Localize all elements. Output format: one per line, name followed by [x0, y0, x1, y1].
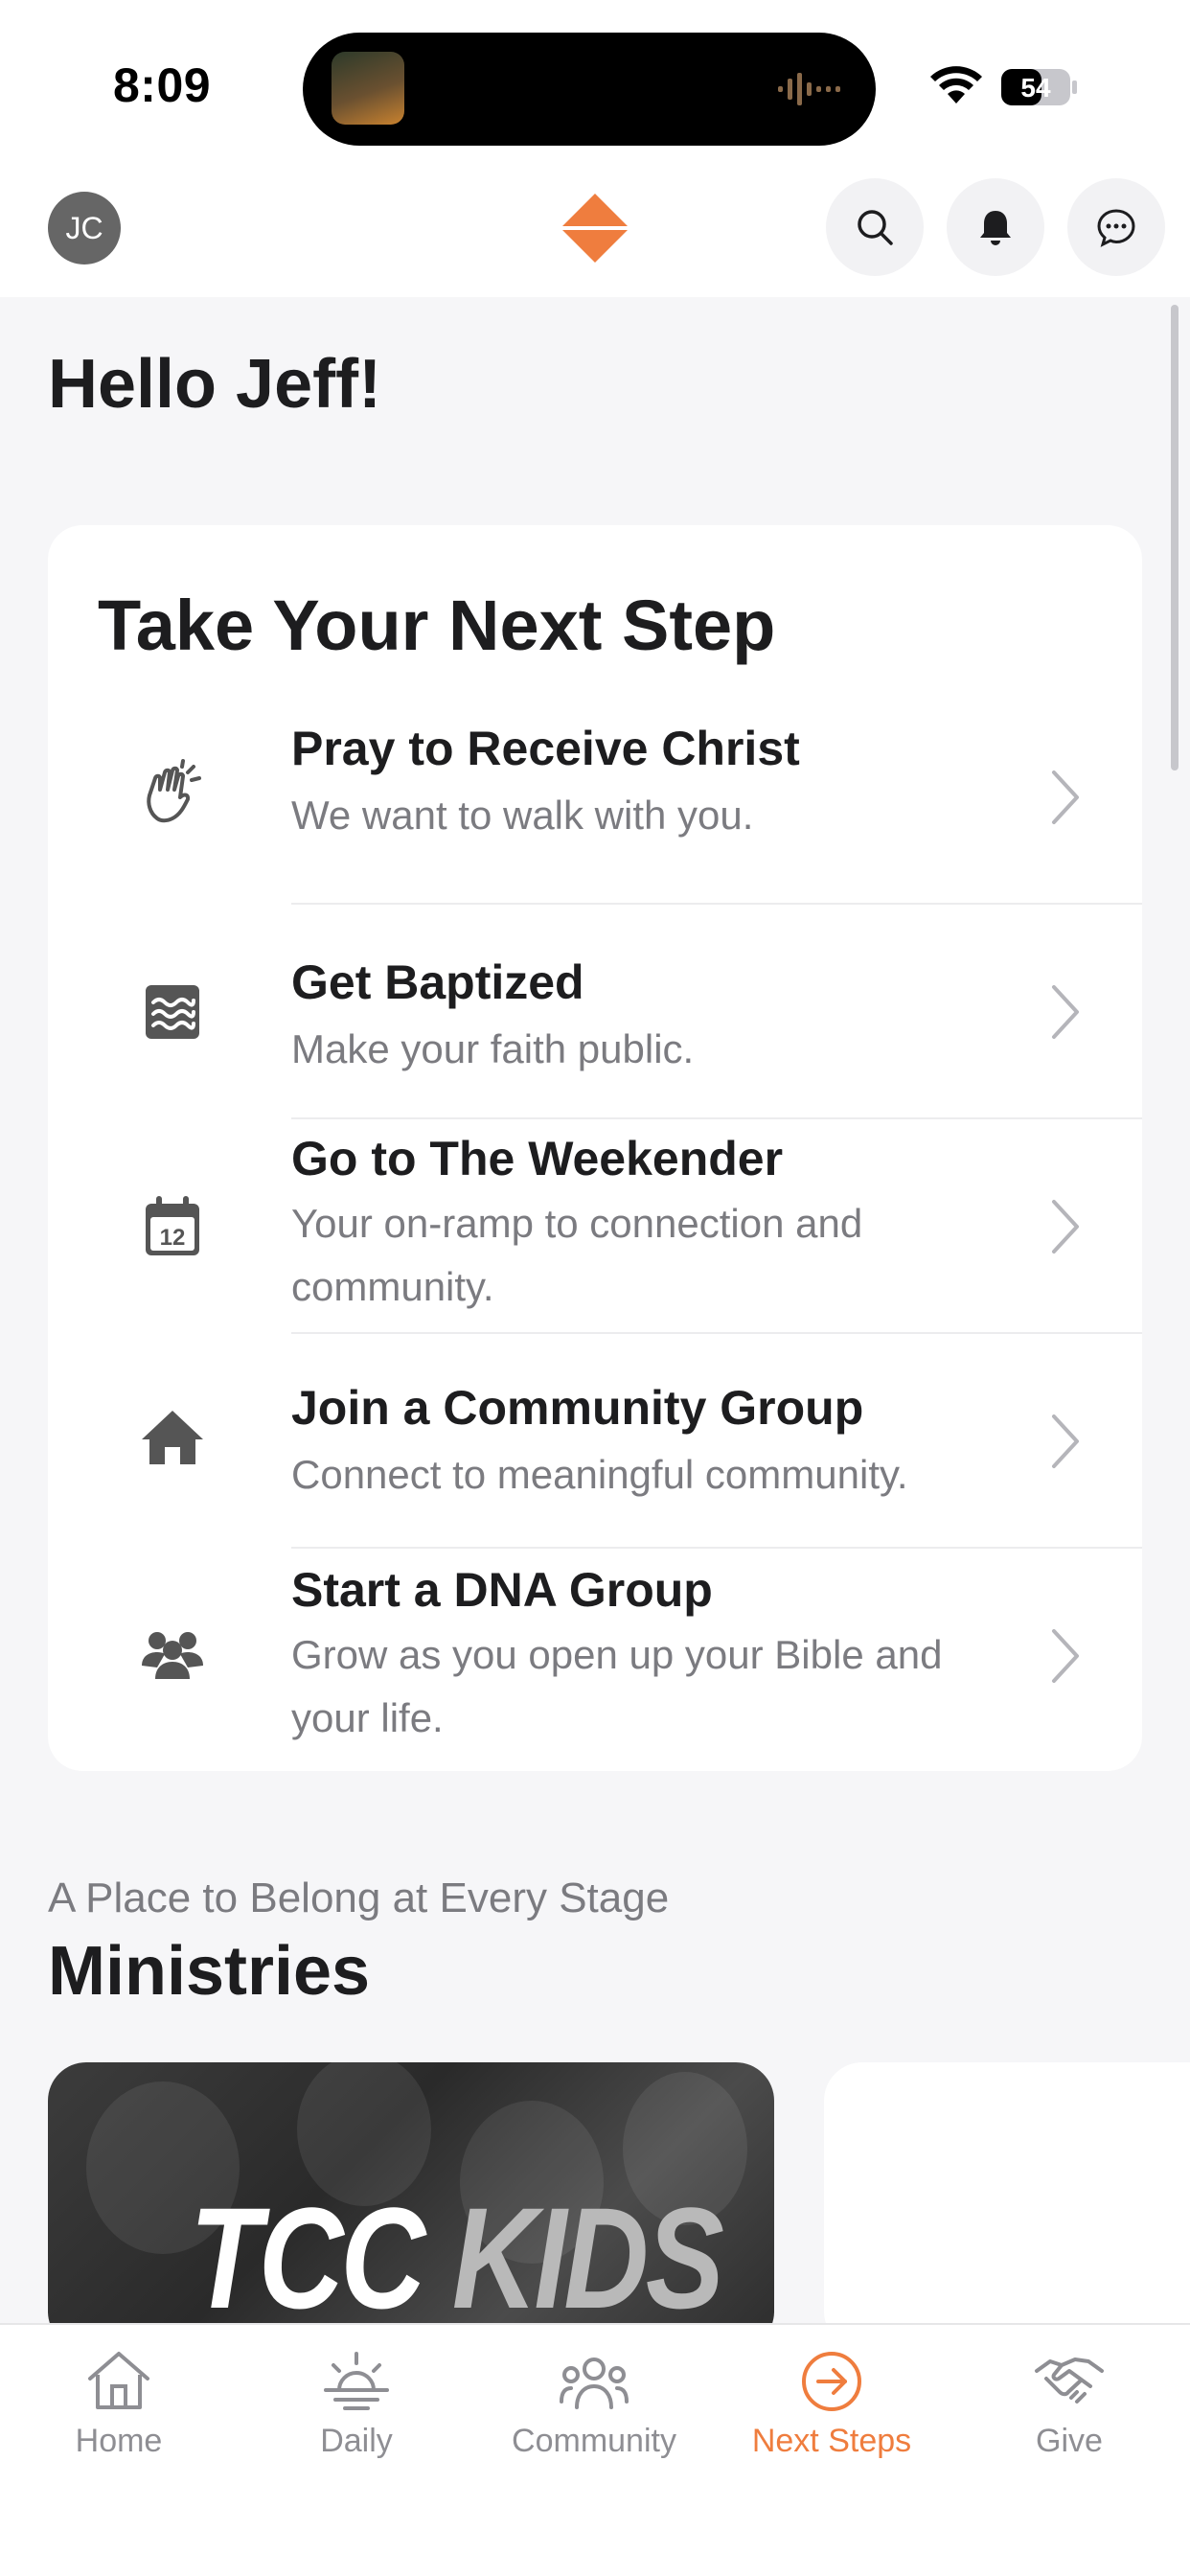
next-steps-card: Take Your Next Step Pray to Receive Chri… — [48, 525, 1142, 1771]
chevron-right-icon — [1052, 1629, 1079, 1683]
top-app-bar: JC — [0, 172, 1190, 297]
chat-icon — [1097, 209, 1135, 247]
ministry-card-tcc-kids[interactable]: TCC KIDS — [48, 2062, 774, 2350]
step-go-to-the-weekender[interactable]: 12 Go to The Weekender Your on-ramp to c… — [48, 1119, 1142, 1334]
arrow-circle-icon — [802, 2352, 861, 2411]
battery-icon: 54 — [1001, 69, 1077, 105]
messages-button[interactable] — [1067, 178, 1165, 276]
avatar[interactable]: JC — [48, 192, 121, 264]
tcc-kids-logo: TCC KIDS — [190, 2175, 724, 2341]
wifi-icon — [930, 66, 982, 104]
tab-next-steps[interactable]: Next Steps — [713, 2348, 950, 2463]
step-title: Join a Community Group — [291, 1381, 864, 1435]
battery-level: 54 — [1020, 73, 1051, 103]
tab-bar: Home Daily Community Next Steps Give — [0, 2323, 1190, 2576]
step-get-baptized[interactable]: Get Baptized Make your faith public. — [48, 905, 1142, 1119]
tab-home[interactable]: Home — [0, 2348, 238, 2463]
step-join-a-community-group[interactable]: Join a Community Group Connect to meanin… — [48, 1334, 1142, 1549]
sunrise-icon — [324, 2352, 389, 2410]
tab-daily[interactable]: Daily — [238, 2348, 475, 2463]
dynamic-island[interactable] — [303, 33, 876, 146]
step-subtitle: Connect to meaningful community. — [291, 1452, 908, 1497]
step-title: Go to The Weekender — [291, 1132, 784, 1185]
logo-text-tcc: TCC — [190, 2177, 425, 2338]
tab-label: Community — [512, 2423, 676, 2459]
ministries-heading: Ministries — [48, 1933, 371, 2010]
bell-icon — [980, 211, 1011, 245]
audio-waveform-icon — [778, 73, 840, 105]
card-title: Take Your Next Step — [98, 586, 776, 665]
tab-give[interactable]: Give — [950, 2348, 1188, 2463]
handshake-icon — [1035, 2358, 1104, 2404]
tab-community[interactable]: Community — [475, 2348, 713, 2463]
praying-hands-icon — [130, 751, 215, 836]
search-icon — [858, 210, 893, 245]
ministries-subtitle: A Place to Belong at Every Stage — [48, 1874, 670, 1921]
step-subtitle: Grow as you open up your Bible and your … — [291, 1632, 943, 1740]
step-start-a-dna-group[interactable]: Start a DNA Group Grow as you open up yo… — [48, 1549, 1142, 1763]
chevron-right-icon — [1052, 1200, 1079, 1254]
tab-label: Give — [1036, 2423, 1103, 2459]
calendar-icon: 12 — [130, 1184, 215, 1269]
house-icon — [130, 1395, 215, 1480]
step-subtitle: Make your faith public. — [291, 1026, 695, 1071]
greeting-heading: Hello Jeff! — [48, 346, 382, 423]
ministry-card-next[interactable] — [824, 2062, 1190, 2350]
scroll-indicator[interactable] — [1171, 305, 1179, 770]
diamond-logo-icon[interactable] — [561, 192, 629, 264]
logo-text-kids: KIDS — [451, 2177, 724, 2338]
notifications-button[interactable] — [947, 178, 1044, 276]
status-bar: 8:09 54 — [0, 0, 1190, 172]
now-playing-artwork — [332, 52, 404, 125]
water-icon — [130, 970, 215, 1054]
tab-label: Home — [75, 2423, 163, 2459]
community-icon — [560, 2358, 629, 2409]
tab-label: Daily — [320, 2423, 393, 2459]
step-title: Pray to Receive Christ — [291, 722, 800, 775]
step-title: Start a DNA Group — [291, 1563, 713, 1617]
status-time: 8:09 — [113, 58, 212, 112]
home-icon — [88, 2352, 149, 2409]
search-button[interactable] — [826, 178, 924, 276]
people-group-icon — [130, 1610, 215, 1694]
step-subtitle: We want to walk with you. — [291, 793, 754, 838]
chevron-right-icon — [1052, 1414, 1079, 1468]
step-subtitle: Your on-ramp to connection and community… — [291, 1201, 863, 1309]
step-pray-to-receive-christ[interactable]: Pray to Receive Christ We want to walk w… — [48, 690, 1142, 905]
step-title: Get Baptized — [291, 955, 584, 1009]
chevron-right-icon — [1052, 770, 1079, 824]
calendar-day: 12 — [160, 1225, 186, 1251]
tab-label: Next Steps — [751, 2423, 912, 2459]
chevron-right-icon — [1052, 985, 1079, 1039]
